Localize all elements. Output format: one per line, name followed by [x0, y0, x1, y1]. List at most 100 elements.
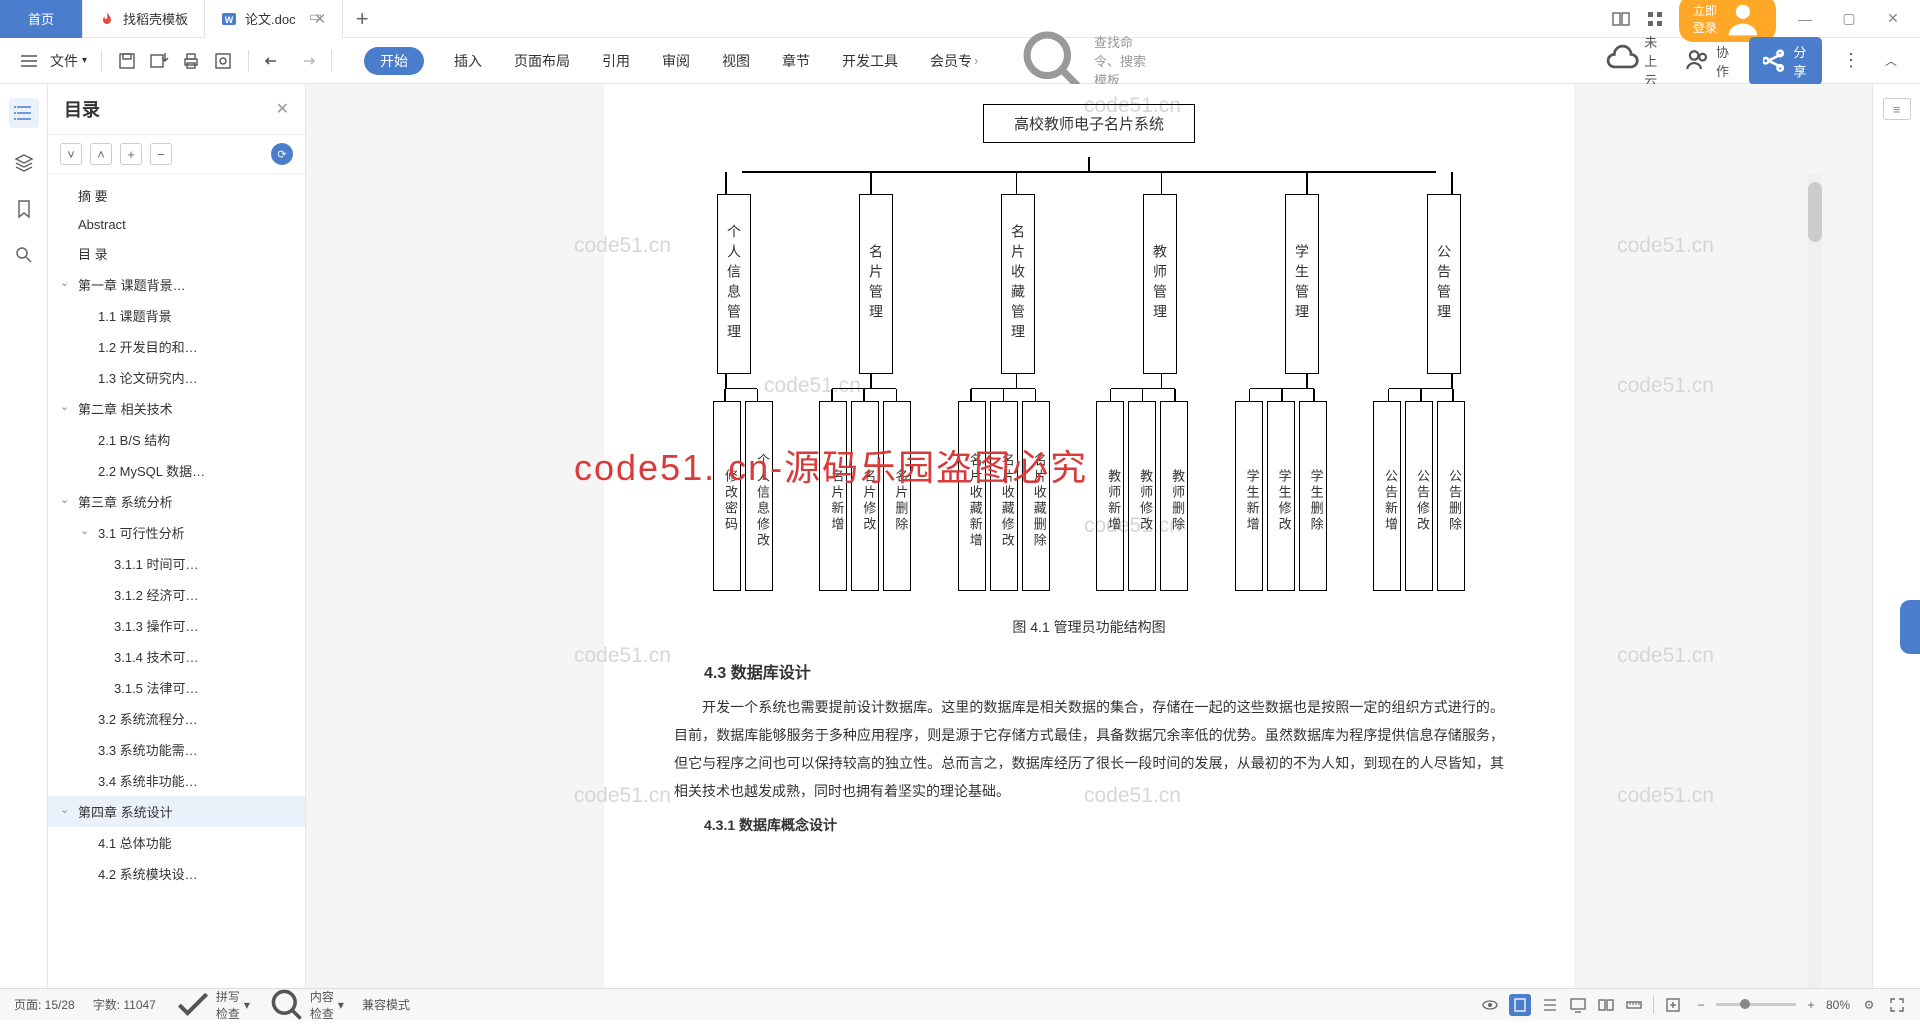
- spellcheck-button[interactable]: 拼写检查 ▾: [174, 986, 250, 1024]
- outline-item[interactable]: 1.3 论文研究内…: [48, 362, 305, 393]
- chevron-down-icon[interactable]: ⌄: [60, 400, 69, 413]
- outline-item[interactable]: ⌄3.1 可行性分析: [48, 517, 305, 548]
- float-handle[interactable]: [1900, 600, 1920, 654]
- document-area[interactable]: code51.cn code51.cn code51.cn code51.cn …: [306, 84, 1872, 988]
- bookmark-icon[interactable]: [13, 198, 35, 220]
- outline-item[interactable]: 1.1 课题背景: [48, 300, 305, 331]
- outline-item[interactable]: Abstract: [48, 211, 305, 238]
- minimize-icon[interactable]: —: [1790, 11, 1820, 27]
- outline-item[interactable]: 摘 要: [48, 180, 305, 211]
- undo-icon[interactable]: [263, 50, 285, 72]
- window-close-icon[interactable]: ✕: [1878, 10, 1908, 27]
- zoom-slider[interactable]: [1716, 1003, 1796, 1006]
- outline-item[interactable]: 3.1.1 时间可…: [48, 548, 305, 579]
- outline-item[interactable]: 3.1.3 操作可…: [48, 610, 305, 641]
- outline-item[interactable]: 3.2 系统流程分…: [48, 703, 305, 734]
- outline-item[interactable]: 3.1.2 经济可…: [48, 579, 305, 610]
- compat-mode[interactable]: 兼容模式: [362, 996, 410, 1013]
- paragraph: 开发一个系统也需要提前设计数据库。这里的数据库是相关数据的集合，存储在一起的这些…: [674, 693, 1504, 805]
- outline-item[interactable]: 2.1 B/S 结构: [48, 424, 305, 455]
- chevron-down-icon[interactable]: ⌄: [60, 803, 69, 816]
- menu-member[interactable]: 会员专: [928, 47, 974, 75]
- chevron-down-icon[interactable]: ⌄: [60, 276, 69, 289]
- file-menu[interactable]: 文件▾: [50, 51, 87, 71]
- scrollbar[interactable]: [1808, 174, 1822, 988]
- word-count[interactable]: 字数: 11047: [93, 996, 156, 1013]
- menu-review[interactable]: 审阅: [660, 47, 692, 75]
- outline-item[interactable]: 3.1.4 技术可…: [48, 641, 305, 672]
- panel-toggle-icon[interactable]: ≡: [1883, 98, 1911, 120]
- menu-section[interactable]: 章节: [780, 47, 812, 75]
- chevron-down-icon[interactable]: ⌄: [60, 493, 69, 506]
- view-outline-icon[interactable]: [1541, 996, 1559, 1014]
- content-check-button[interactable]: 内容检查 ▾: [268, 986, 344, 1024]
- screencast-icon[interactable]: ▭: [309, 8, 322, 25]
- collapse-all-icon[interactable]: ˅: [60, 143, 82, 165]
- more-icon[interactable]: ⋮: [1840, 50, 1862, 72]
- sync-icon[interactable]: ⟳: [271, 143, 293, 165]
- zoom-in-icon[interactable]: +: [1802, 996, 1820, 1014]
- page-count[interactable]: 页面: 15/28: [14, 996, 75, 1013]
- collab-button[interactable]: 协作: [1684, 42, 1731, 80]
- maximize-icon[interactable]: ▢: [1834, 10, 1864, 27]
- remove-icon[interactable]: −: [150, 143, 172, 165]
- outline-label: 第四章 系统设计: [78, 805, 173, 820]
- outline-item[interactable]: 3.4 系统非功能…: [48, 765, 305, 796]
- settings-icon[interactable]: ⚙: [1860, 996, 1878, 1014]
- menu-ref[interactable]: 引用: [600, 47, 632, 75]
- outline-item[interactable]: ⌄ 第四章 系统设计: [48, 796, 305, 827]
- find-icon[interactable]: [13, 244, 35, 266]
- menu-insert[interactable]: 插入: [452, 47, 484, 75]
- saveas-icon[interactable]: [148, 50, 170, 72]
- outline-item[interactable]: 4.1 总体功能: [48, 827, 305, 858]
- layout-icon[interactable]: [1611, 9, 1631, 29]
- outline-label: 3.1.2 经济可…: [114, 588, 199, 603]
- eye-icon[interactable]: [1481, 996, 1499, 1014]
- chevron-down-icon[interactable]: ⌄: [80, 524, 89, 537]
- collapse-icon[interactable]: ︿: [1880, 50, 1902, 72]
- watermark: code51.cn: [574, 234, 671, 258]
- outline-item[interactable]: ⌄第三章 系统分析: [48, 486, 305, 517]
- outline-label: 3.3 系统功能需…: [98, 743, 198, 758]
- outline-item[interactable]: 3.3 系统功能需…: [48, 734, 305, 765]
- outline-item[interactable]: 3.1.5 法律可…: [48, 672, 305, 703]
- fullscreen-icon[interactable]: [1888, 996, 1906, 1014]
- outline-item[interactable]: 1.2 开发目的和…: [48, 331, 305, 362]
- zoom-value[interactable]: 80%: [1826, 998, 1850, 1012]
- scrollthumb[interactable]: [1808, 182, 1822, 242]
- view-page-icon[interactable]: [1509, 994, 1531, 1016]
- outline-icon[interactable]: [9, 98, 39, 128]
- preview-icon[interactable]: [212, 50, 234, 72]
- outline-item[interactable]: 4.2 系统模块设…: [48, 858, 305, 889]
- new-tab-button[interactable]: +: [343, 6, 381, 32]
- tab-templates[interactable]: 找稻壳模板: [83, 0, 205, 38]
- outline-close-icon[interactable]: ✕: [276, 99, 289, 119]
- fit-icon[interactable]: [1664, 996, 1682, 1014]
- view-web-icon[interactable]: [1569, 996, 1587, 1014]
- outline-item[interactable]: ⌄第二章 相关技术: [48, 393, 305, 424]
- add-icon[interactable]: +: [120, 143, 142, 165]
- layers-icon[interactable]: [13, 152, 35, 174]
- tab-document[interactable]: W 论文.doc ▭ ✕: [205, 0, 343, 38]
- outline-panel: 目录 ✕ ˅ ˄ + − ⟳ 摘 要Abstract目 录⌄第一章 课题背景…1…: [48, 84, 306, 988]
- print-icon[interactable]: [180, 50, 202, 72]
- outline-item[interactable]: 目 录: [48, 238, 305, 269]
- menu-layout[interactable]: 页面布局: [512, 47, 572, 75]
- flame-icon: [99, 11, 115, 27]
- share-button[interactable]: 分享: [1749, 37, 1822, 85]
- view-read-icon[interactable]: [1597, 996, 1615, 1014]
- menu-start[interactable]: 开始: [364, 47, 424, 75]
- menu-dev[interactable]: 开发工具: [840, 47, 900, 75]
- tab-home[interactable]: 首页: [0, 0, 83, 38]
- cloud-button[interactable]: 未上云: [1606, 32, 1666, 89]
- ruler-icon[interactable]: [1625, 996, 1643, 1014]
- zoom-out-icon[interactable]: −: [1692, 996, 1710, 1014]
- save-icon[interactable]: [116, 50, 138, 72]
- outline-item[interactable]: 2.2 MySQL 数据…: [48, 455, 305, 486]
- hamburger-icon[interactable]: [18, 50, 40, 72]
- apps-icon[interactable]: [1645, 9, 1665, 29]
- menu-view[interactable]: 视图: [720, 47, 752, 75]
- redo-icon[interactable]: [295, 50, 317, 72]
- expand-all-icon[interactable]: ˄: [90, 143, 112, 165]
- outline-item[interactable]: ⌄第一章 课题背景…: [48, 269, 305, 300]
